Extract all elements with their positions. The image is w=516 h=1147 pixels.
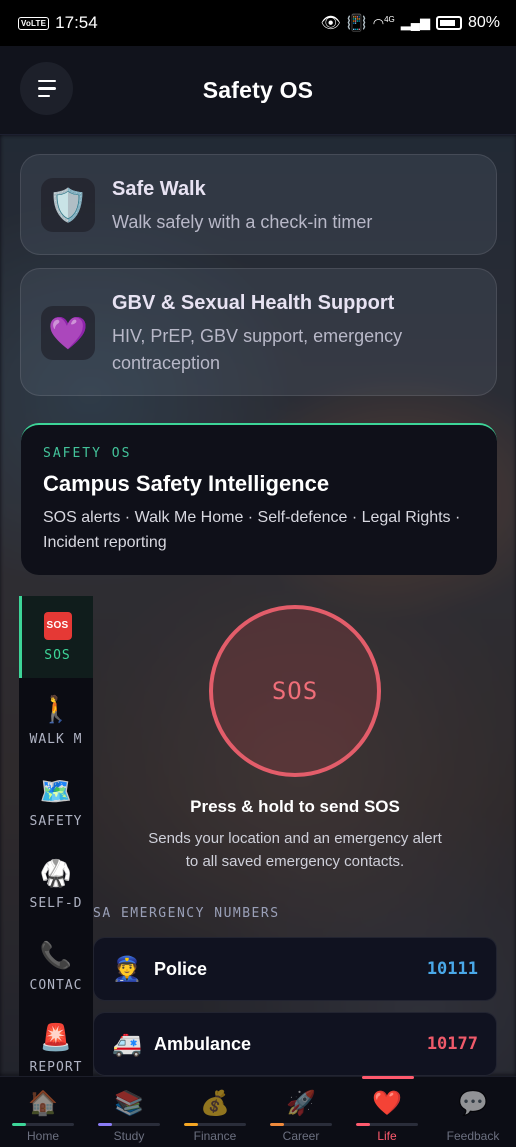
sidenav-item-self-defence[interactable]: 🥋 SELF-D bbox=[19, 842, 93, 924]
status-icons: 👁 📳 ◠4G ▂▄▆ 80% bbox=[321, 13, 501, 33]
siren-icon: 🚨 bbox=[39, 1022, 73, 1052]
tab-label: Life bbox=[377, 1129, 397, 1143]
tab-home[interactable]: 🏠 Home bbox=[0, 1077, 86, 1147]
map-icon: 🗺️ bbox=[39, 776, 73, 806]
emergency-police[interactable]: 👮 Police 10111 bbox=[93, 937, 497, 1001]
sidenav-item-safety[interactable]: 🗺️ SAFETY bbox=[19, 760, 93, 842]
wifi-icon: ◠4G bbox=[372, 14, 395, 31]
campus-safety-banner: SAFETY OS Campus Safety Intelligence SOS… bbox=[21, 423, 497, 575]
sidenav-item-contacts[interactable]: 📞 CONTAC bbox=[19, 924, 93, 1006]
card-title: GBV & Sexual Health Support bbox=[112, 292, 395, 314]
tab-finance[interactable]: 💰 Finance bbox=[172, 1077, 258, 1147]
vibrate-icon: 📳 bbox=[346, 15, 367, 32]
safe-walk-card[interactable]: 🛡️ Safe Walk Walk safely with a check-in… bbox=[20, 154, 497, 255]
shield-icon: 🛡️ bbox=[41, 178, 95, 232]
page-title: Safety OS bbox=[202, 76, 314, 103]
emergency-name: Ambulance bbox=[154, 1033, 252, 1054]
banner-tag: SAFETY OS bbox=[43, 446, 132, 461]
tab-label: Feedback bbox=[446, 1129, 500, 1143]
status-time: 17:54 bbox=[55, 13, 98, 32]
gbv-support-card[interactable]: 💜 GBV & Sexual Health Support HIV, PrEP,… bbox=[20, 268, 497, 396]
rocket-icon: 🚀 bbox=[286, 1090, 316, 1117]
card-subtitle: HIV, PrEP, GBV support, emergency contra… bbox=[112, 326, 403, 373]
phone-icon: 📞 bbox=[39, 940, 73, 970]
tab-label: Home bbox=[26, 1129, 59, 1143]
bottom-nav: 🏠 Home 📚 Study 💰 Finance 🚀 Career ❤️ Lif… bbox=[0, 1076, 516, 1147]
card-subtitle: Walk safely with a check-in timer bbox=[112, 212, 373, 232]
sos-icon: SOS bbox=[43, 612, 72, 640]
sidenav-label: SELF-D bbox=[29, 896, 83, 911]
sidenav-label: WALK M bbox=[29, 732, 83, 747]
emergency-ambulance[interactable]: 🚑 Ambulance 10177 bbox=[93, 1012, 497, 1076]
tab-study[interactable]: 📚 Study bbox=[86, 1077, 172, 1147]
tab-label: Finance bbox=[193, 1129, 237, 1143]
sos-button[interactable]: SOS bbox=[209, 605, 381, 777]
card-title: Safe Walk bbox=[112, 178, 206, 200]
purple-heart-icon: 💜 bbox=[41, 306, 95, 360]
app-header: Safety OS bbox=[0, 46, 516, 135]
emergency-number[interactable]: 10177 bbox=[427, 1034, 478, 1054]
home-icon: 🏠 bbox=[28, 1090, 58, 1117]
menu-button[interactable] bbox=[20, 62, 73, 115]
books-icon: 📚 bbox=[114, 1090, 144, 1117]
tab-feedback[interactable]: 💬 Feedback bbox=[430, 1077, 516, 1147]
emergency-name: Police bbox=[154, 958, 208, 979]
signal-icon: ▂▄▆ bbox=[400, 15, 430, 30]
sidenav-label: SAFETY bbox=[29, 814, 83, 829]
safety-side-nav: SOS SOS 🚶 WALK M 🗺️ SAFETY 🥋 SELF-D 📞 CO… bbox=[19, 596, 93, 1076]
banner-description: SOS alerts · Walk Me Home · Self-defence… bbox=[43, 509, 461, 551]
sos-description: Sends your location and an emergency ale… bbox=[148, 830, 442, 870]
sos-button-label: SOS bbox=[271, 677, 319, 705]
menu-icon bbox=[37, 79, 56, 83]
emergency-number[interactable]: 10111 bbox=[427, 959, 478, 979]
tab-label: Career bbox=[282, 1129, 320, 1143]
money-bag-icon: 💰 bbox=[200, 1090, 230, 1117]
speech-bubble-icon: 💬 bbox=[458, 1090, 488, 1117]
tab-life[interactable]: ❤️ Life bbox=[344, 1077, 430, 1147]
sidenav-label: SOS bbox=[44, 648, 71, 663]
sidenav-label: REPORT bbox=[29, 1060, 83, 1075]
sidenav-item-walk[interactable]: 🚶 WALK M bbox=[19, 678, 93, 760]
eye-icon: 👁 bbox=[320, 15, 341, 32]
emergency-numbers-heading: SA EMERGENCY NUMBERS bbox=[93, 906, 280, 921]
sidenav-label: CONTAC bbox=[29, 978, 83, 993]
martial-arts-uniform-icon: 🥋 bbox=[39, 858, 73, 888]
battery-icon bbox=[435, 16, 462, 30]
battery-percent: 80% bbox=[467, 14, 500, 31]
banner-title: Campus Safety Intelligence bbox=[43, 471, 330, 496]
heart-icon: ❤️ bbox=[372, 1090, 402, 1117]
ambulance-icon: 🚑 bbox=[112, 1030, 142, 1058]
tab-label: Study bbox=[113, 1129, 145, 1143]
volte-icon: VoLTE bbox=[18, 16, 50, 30]
sos-instruction: Press & hold to send SOS bbox=[190, 797, 400, 816]
walking-person-icon: 🚶 bbox=[39, 694, 73, 724]
status-bar: VoLTE 17:54 👁 📳 ◠4G ▂▄▆ 80% bbox=[0, 0, 516, 46]
sidenav-item-sos[interactable]: SOS SOS bbox=[19, 596, 93, 678]
police-officer-icon: 👮 bbox=[112, 955, 142, 983]
tab-career[interactable]: 🚀 Career bbox=[258, 1077, 344, 1147]
